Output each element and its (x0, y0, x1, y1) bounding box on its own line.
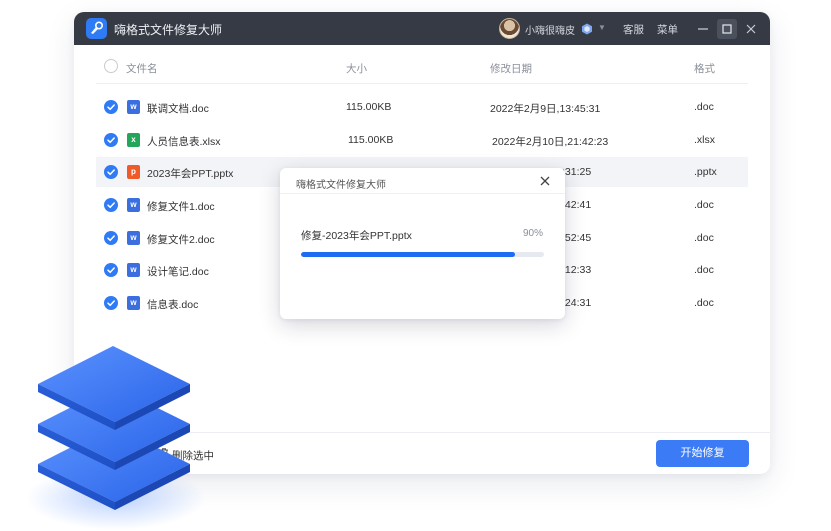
file-format: .doc (694, 199, 714, 211)
checked-circle-icon[interactable] (104, 133, 118, 147)
avatar[interactable] (499, 18, 520, 39)
repair-progress-dialog: 嗨格式文件修复大师 修复-2023年会PPT.pptx 90% (280, 168, 565, 319)
close-icon[interactable] (538, 174, 552, 193)
file-name: 联调文档.doc (147, 103, 209, 115)
file-date: 2022年2月9日,13:45:31 (490, 103, 601, 115)
app-title: 嗨格式文件修复大师 (114, 23, 223, 37)
checked-circle-icon[interactable] (104, 100, 118, 114)
layers-decoration-icon (26, 346, 206, 530)
progress-percent: 90% (523, 228, 544, 239)
dialog-header: 嗨格式文件修复大师 (280, 168, 565, 194)
select-all-radio[interactable] (104, 59, 118, 73)
file-size: 115.00KB (346, 101, 392, 113)
repairing-file-label: 修复-2023年会PPT.pptx (301, 230, 412, 242)
checked-circle-icon[interactable] (104, 165, 118, 179)
file-date: :12:33 (562, 264, 592, 276)
column-header-size: 大小 (346, 63, 367, 75)
chevron-down-icon[interactable]: ▼ (598, 23, 606, 32)
file-row[interactable]: x 人员信息表.xlsx 115.00KB 2022年2月10日,21:42:23 .x… (96, 125, 748, 155)
file-date: :52:45 (562, 232, 592, 244)
app-logo-icon (86, 18, 107, 39)
close-button[interactable] (741, 19, 761, 39)
vip-badge-icon[interactable] (581, 22, 593, 40)
column-header-format: 格式 (694, 63, 715, 75)
file-type-icon: w (127, 198, 140, 212)
column-header-date: 修改日期 (490, 63, 532, 75)
checked-circle-icon[interactable] (104, 263, 118, 277)
file-row[interactable]: w 联调文档.doc 115.00KB 2022年2月9日,13:45:31 .doc (96, 92, 748, 122)
minimize-button[interactable] (693, 19, 713, 39)
column-header-name: 文件名 (126, 63, 158, 75)
file-name: 设计笔记.doc (147, 266, 209, 278)
checked-circle-icon[interactable] (104, 198, 118, 212)
file-type-icon: w (127, 100, 140, 114)
file-format: .doc (694, 297, 714, 309)
file-date: 2022年2月10日,21:42:23 (492, 136, 609, 148)
title-bar: 嗨格式文件修复大师 小嗨很嗨皮 ▼ 客服 菜单 (74, 12, 770, 45)
file-list-header: 文件名 大小 修改日期 格式 (96, 59, 748, 84)
file-format: .doc (694, 101, 714, 113)
file-name: 人员信息表.xlsx (147, 136, 221, 148)
progress-bar (301, 252, 544, 257)
start-repair-button[interactable]: 开始修复 (656, 440, 749, 467)
file-date: :31:25 (562, 166, 592, 178)
file-size: 115.00KB (348, 134, 394, 146)
file-date: :42:41 (562, 199, 592, 211)
dialog-title: 嗨格式文件修复大师 (296, 180, 386, 191)
progress-fill (301, 252, 515, 257)
file-name: 修复文件2.doc (147, 234, 215, 246)
file-type-icon: p (127, 165, 140, 179)
menu-link[interactable]: 菜单 (657, 22, 678, 37)
file-format: .pptx (694, 166, 717, 178)
file-type-icon: w (127, 296, 140, 310)
checked-circle-icon[interactable] (104, 231, 118, 245)
file-type-icon: w (127, 231, 140, 245)
checked-circle-icon[interactable] (104, 296, 118, 310)
file-name: 信息表.doc (147, 299, 199, 311)
file-type-icon: w (127, 263, 140, 277)
file-name: 2023年会PPT.pptx (147, 168, 234, 180)
file-name: 修复文件1.doc (147, 201, 215, 213)
file-format: .xlsx (694, 134, 715, 146)
maximize-button[interactable] (717, 19, 737, 39)
file-format: .doc (694, 232, 714, 244)
file-type-icon: x (127, 133, 140, 147)
customer-service-link[interactable]: 客服 (623, 22, 644, 37)
file-format: .doc (694, 264, 714, 276)
username[interactable]: 小嗨很嗨皮 (525, 22, 575, 37)
file-date: :24:31 (562, 297, 592, 309)
